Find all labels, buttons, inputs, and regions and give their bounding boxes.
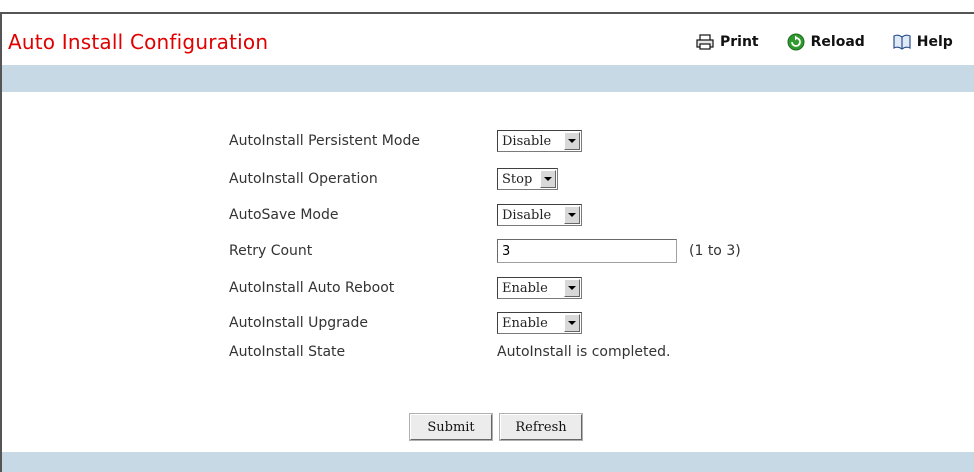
printer-icon: [696, 34, 714, 50]
auto-reboot-value: Enable: [502, 280, 548, 296]
operation-select[interactable]: Stop: [497, 168, 558, 190]
reload-button[interactable]: Reload: [787, 33, 865, 51]
auto-reboot-select[interactable]: Enable: [497, 277, 582, 299]
refresh-button[interactable]: Refresh: [499, 413, 583, 441]
chevron-down-icon: [540, 170, 556, 188]
chevron-down-icon: [564, 206, 580, 224]
page-title: Auto Install Configuration: [8, 30, 269, 54]
header-band: [2, 65, 974, 92]
state-value: AutoInstall is completed.: [497, 344, 671, 360]
persistent-mode-row: AutoInstall Persistent Mode Disable: [229, 129, 582, 153]
persistent-mode-label: AutoInstall Persistent Mode: [229, 133, 420, 149]
toolbar: Print Reload Help: [696, 33, 953, 51]
operation-value: Stop: [502, 171, 533, 187]
auto-reboot-label: AutoInstall Auto Reboot: [229, 280, 395, 296]
chevron-down-icon: [564, 314, 580, 332]
retry-count-row: Retry Count (1 to 3): [229, 239, 741, 263]
operation-row: AutoInstall Operation Stop: [229, 167, 558, 191]
reload-icon: [787, 33, 805, 51]
print-label: Print: [720, 34, 759, 50]
retry-count-hint: (1 to 3): [689, 243, 741, 259]
persistent-mode-select[interactable]: Disable: [497, 130, 582, 152]
print-button[interactable]: Print: [696, 34, 759, 50]
submit-button[interactable]: Submit: [409, 413, 493, 441]
state-label: AutoInstall State: [229, 344, 346, 360]
upgrade-value: Enable: [502, 315, 548, 331]
operation-label: AutoInstall Operation: [229, 171, 378, 187]
autosave-mode-value: Disable: [502, 207, 552, 223]
retry-count-label: Retry Count: [229, 243, 313, 259]
chevron-down-icon: [564, 132, 580, 150]
footer-band: [2, 452, 974, 472]
chevron-down-icon: [564, 279, 580, 297]
autosave-mode-select[interactable]: Disable: [497, 204, 582, 226]
upgrade-row: AutoInstall Upgrade Enable: [229, 311, 582, 335]
retry-count-input[interactable]: [497, 239, 677, 263]
upgrade-select[interactable]: Enable: [497, 312, 582, 334]
auto-reboot-row: AutoInstall Auto Reboot Enable: [229, 276, 582, 300]
upgrade-label: AutoInstall Upgrade: [229, 315, 368, 331]
book-icon: [893, 34, 911, 50]
help-label: Help: [916, 34, 953, 50]
persistent-mode-value: Disable: [502, 133, 552, 149]
help-button[interactable]: Help: [893, 34, 953, 50]
reload-label: Reload: [810, 34, 865, 50]
state-row: AutoInstall State AutoInstall is complet…: [229, 340, 670, 364]
autosave-mode-label: AutoSave Mode: [229, 207, 339, 223]
autosave-mode-row: AutoSave Mode Disable: [229, 203, 582, 227]
